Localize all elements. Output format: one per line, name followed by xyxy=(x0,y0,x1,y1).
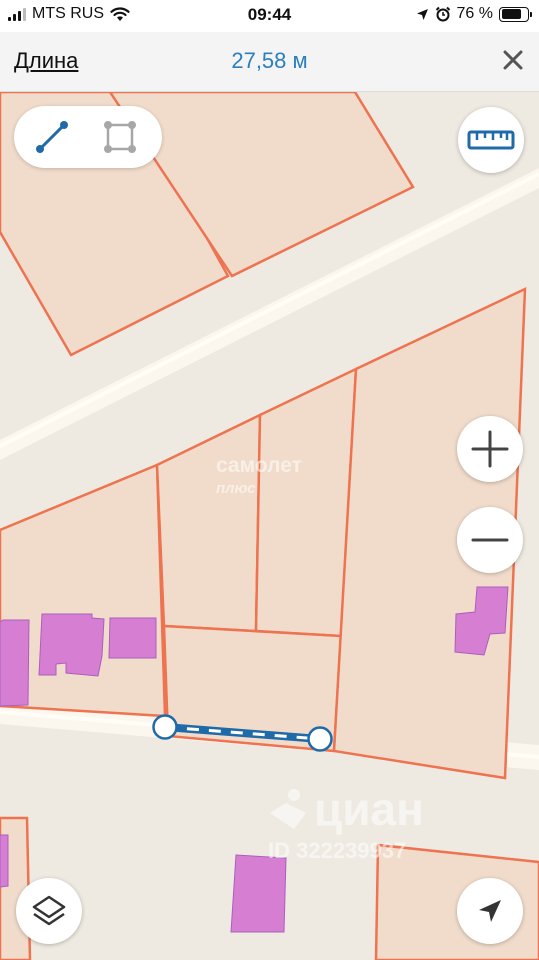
polygon-icon xyxy=(104,121,136,153)
building xyxy=(0,834,9,888)
building xyxy=(108,617,157,659)
parcel-mid-left xyxy=(155,412,262,633)
measure-end-handle xyxy=(307,726,333,752)
battery-icon xyxy=(499,6,532,22)
location-arrow-icon xyxy=(416,8,428,20)
building xyxy=(230,854,287,933)
layers-button[interactable] xyxy=(16,878,82,944)
status-right: 76 % xyxy=(416,5,532,23)
battery-percent: 76 % xyxy=(456,5,493,22)
measurement-value: 27,58 м xyxy=(231,48,308,73)
status-bar: MTS RUS 09:44 76 % xyxy=(0,0,539,32)
zoom-out-button[interactable] xyxy=(457,507,523,573)
measure-header: Длина 27,58 м xyxy=(0,32,539,92)
measure-mode-switch xyxy=(14,106,162,168)
area-tool-button[interactable] xyxy=(100,117,140,157)
line-segment-icon xyxy=(36,121,68,153)
building xyxy=(0,619,30,707)
parcel-mid-right xyxy=(254,366,358,638)
plus-icon xyxy=(471,430,509,468)
close-icon[interactable] xyxy=(497,44,529,76)
map-canvas[interactable] xyxy=(0,92,539,960)
locate-button[interactable] xyxy=(457,878,523,944)
layers-icon xyxy=(32,895,66,926)
alarm-icon xyxy=(435,6,450,22)
measure-start-handle xyxy=(152,714,178,740)
ruler-button[interactable] xyxy=(458,107,524,173)
zoom-in-button[interactable] xyxy=(457,416,523,482)
ruler-icon xyxy=(467,130,515,150)
building xyxy=(38,613,105,677)
minus-icon xyxy=(471,538,509,542)
navigation-arrow-icon xyxy=(479,900,501,922)
line-tool-button[interactable] xyxy=(32,117,72,157)
map-view[interactable]: самолет плюс циан ID 322239937 xyxy=(0,92,539,960)
